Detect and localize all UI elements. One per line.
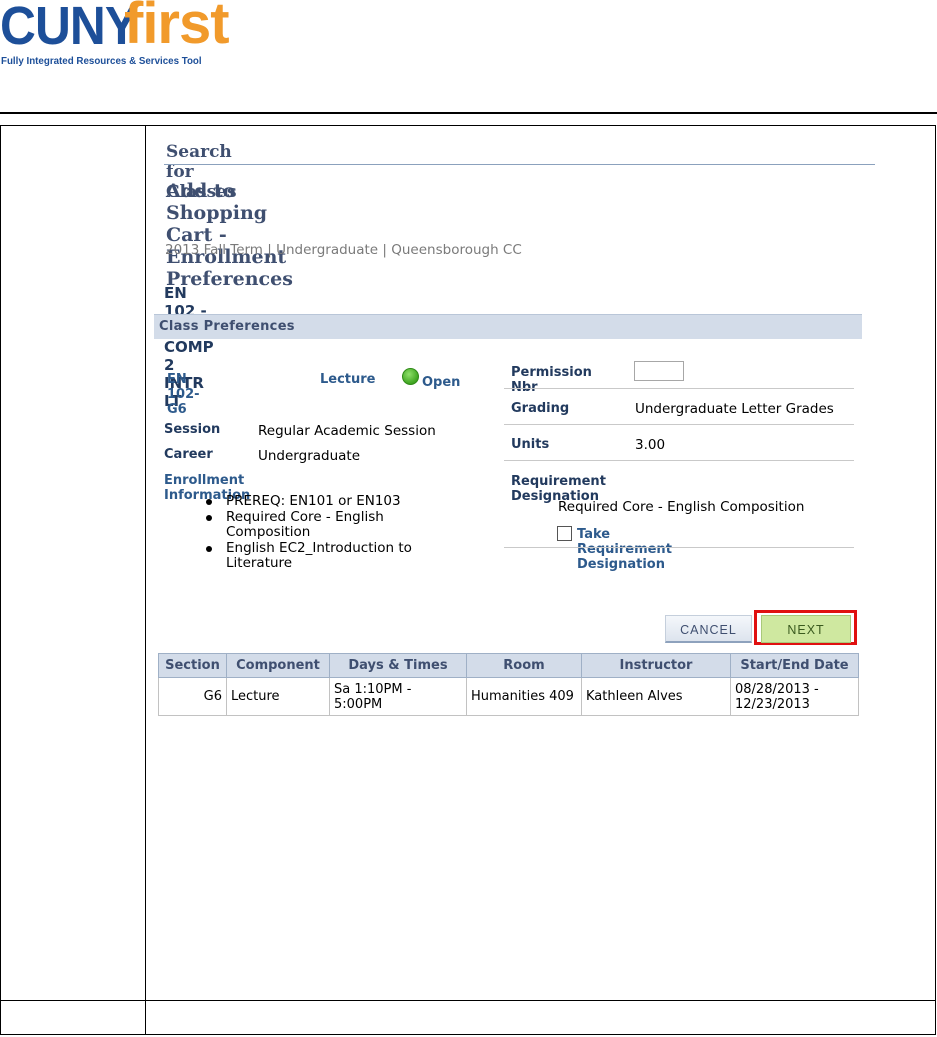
class-preferences-bar: Class Preferences	[154, 314, 862, 339]
session-label: Session	[164, 422, 221, 437]
dates-cell: 08/28/2013 - 12/23/2013	[730, 677, 859, 716]
section-cell: G6	[158, 677, 227, 716]
term-info: 2013 Fall Term | Undergraduate | Queensb…	[165, 242, 522, 258]
page-title: Add to Shopping Cart - Enrollment Prefer…	[166, 180, 293, 290]
column-header: Component	[226, 653, 330, 678]
session-value: Regular Academic Session	[258, 423, 436, 439]
column-header: Room	[466, 653, 582, 678]
column-header: Section	[158, 653, 227, 678]
days-times-cell: Sa 1:10PM - 5:00PM	[329, 677, 467, 716]
logo-first-text: first	[124, 0, 230, 56]
take-requirement-checkbox[interactable]	[557, 526, 572, 541]
take-requirement-label[interactable]: Take Requirement Designation	[577, 527, 672, 572]
instructor-cell: Kathleen Alves	[581, 677, 731, 716]
logo-cuny-text: CUNY	[0, 0, 138, 56]
divider	[504, 547, 854, 548]
section-link[interactable]: EN 102-G6	[167, 372, 200, 417]
table-row: G6 Lecture Sa 1:10PM - 5:00PM Humanities…	[158, 677, 859, 716]
grading-label: Grading	[511, 401, 570, 416]
career-label: Career	[164, 447, 213, 462]
list-item: PREREQ: EN101 or EN103	[206, 493, 446, 510]
logo-tagline: Fully Integrated Resources & Services To…	[1, 55, 202, 67]
table-row-divider	[1, 1000, 936, 1001]
grading-value: Undergraduate Letter Grades	[635, 401, 834, 417]
column-header: Start/End Date	[730, 653, 859, 678]
career-value: Undergraduate	[258, 448, 361, 464]
permission-label: Permission Nbr	[511, 365, 592, 395]
class-preferences-heading: Class Preferences	[159, 319, 295, 334]
page-header-divider	[164, 164, 875, 165]
units-value: 3.00	[635, 437, 666, 453]
table-column-divider	[145, 126, 146, 1034]
room-cell: Humanities 409	[466, 677, 582, 716]
cancel-button[interactable]: CANCEL	[665, 615, 752, 643]
list-item: English EC2_Introduction to Literature	[206, 540, 446, 572]
permission-number-input[interactable]	[634, 361, 684, 381]
open-status-icon	[402, 368, 419, 385]
units-label: Units	[511, 437, 550, 452]
column-header: Days & Times	[329, 653, 467, 678]
component-cell: Lecture	[226, 677, 330, 716]
divider	[504, 388, 854, 389]
document-table	[0, 125, 936, 1035]
cunyfirst-logo: CUNY first Fully Integrated Resources & …	[0, 0, 240, 72]
divider	[504, 460, 854, 461]
status-label: Open	[422, 375, 461, 390]
requirement-value: Required Core - English Composition	[558, 499, 805, 515]
header-divider	[0, 112, 937, 114]
next-button[interactable]: NEXT	[761, 615, 851, 643]
list-item: Required Core - English Composition	[206, 509, 446, 541]
component-label: Lecture	[320, 372, 376, 387]
enrollment-info-list: PREREQ: EN101 or EN103 Required Core - E…	[206, 493, 446, 572]
table-header-row: Section Component Days & Times Room Inst…	[158, 653, 859, 678]
divider	[504, 424, 854, 425]
column-header: Instructor	[581, 653, 731, 678]
class-section-table: Section Component Days & Times Room Inst…	[158, 653, 859, 716]
